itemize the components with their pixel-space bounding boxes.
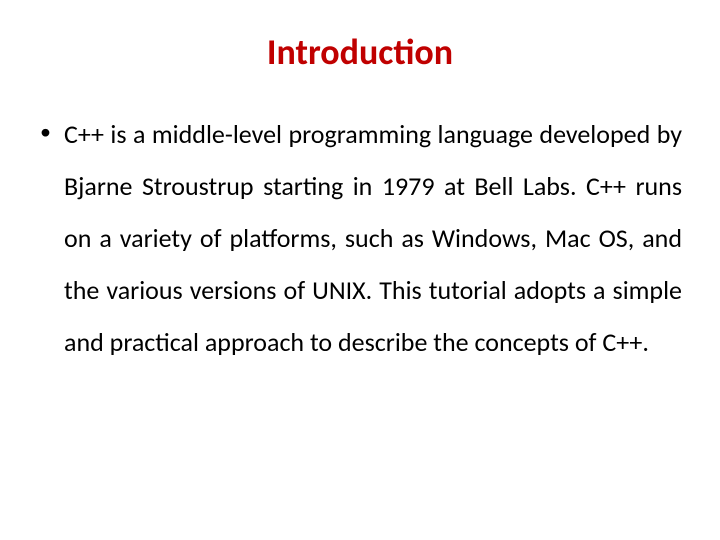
slide-title: Introduction	[38, 30, 682, 74]
list-item: • C++ is a middle-level programming lang…	[38, 108, 682, 368]
slide: Introduction • C++ is a middle-level pro…	[0, 0, 720, 540]
bullet-list: • C++ is a middle-level programming lang…	[38, 108, 682, 368]
bullet-text: C++ is a middle-level programming langua…	[64, 118, 682, 358]
bullet-icon: •	[40, 108, 51, 156]
